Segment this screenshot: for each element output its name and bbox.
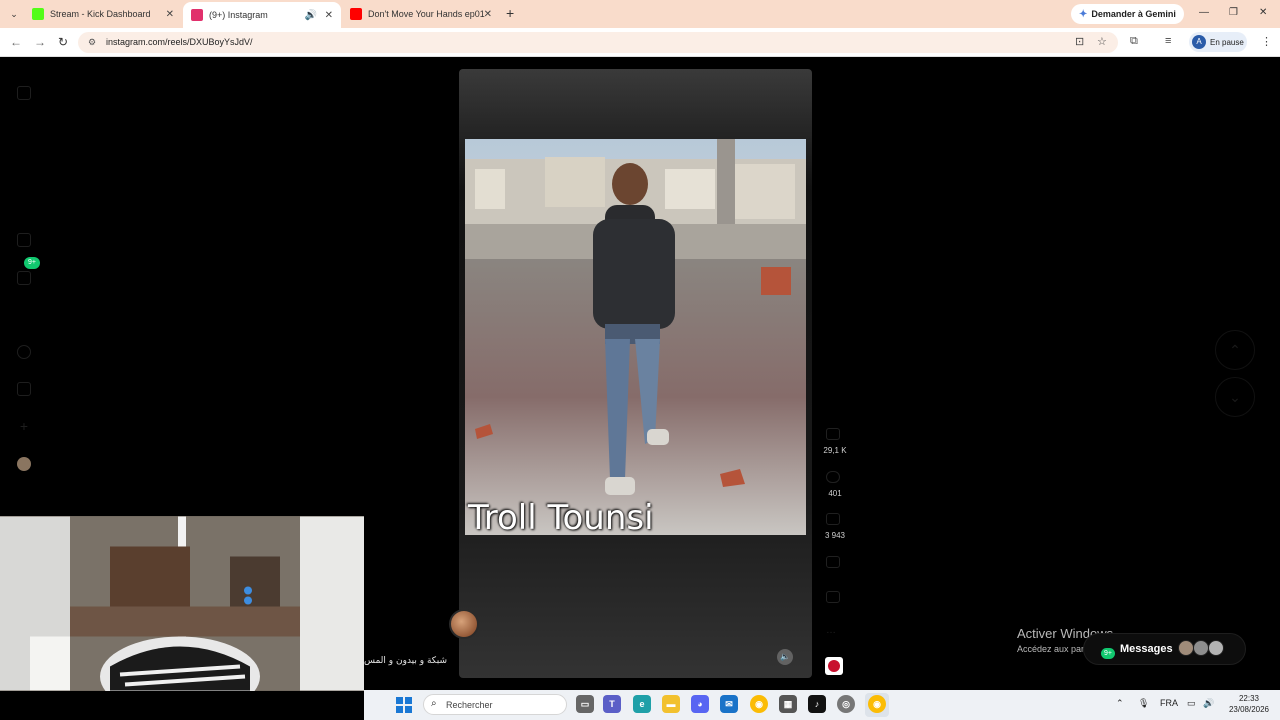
messages-label: Messages bbox=[1120, 643, 1173, 655]
file-explorer-icon[interactable]: ▬ bbox=[662, 695, 680, 713]
discord-icon[interactable]: ◕ bbox=[691, 695, 709, 713]
network-icon[interactable]: ▭ bbox=[1187, 698, 1196, 709]
speaker-icon[interactable]: 🔊 bbox=[305, 10, 317, 21]
message-avatar bbox=[1193, 640, 1209, 656]
send-icon[interactable] bbox=[826, 556, 840, 568]
install-app-icon[interactable]: ⊡ bbox=[1075, 35, 1084, 48]
gemini-button[interactable]: ✦ Demander à Gemini bbox=[1071, 4, 1184, 24]
arabic-overlay-text: شبكة و بيدون و المس bbox=[364, 656, 448, 666]
gemini-label: Demander à Gemini bbox=[1091, 9, 1176, 19]
back-icon[interactable]: ← bbox=[10, 35, 22, 49]
teams-icon[interactable]: T bbox=[603, 695, 621, 713]
profile-avatar: A bbox=[1192, 35, 1206, 49]
forward-icon[interactable]: → bbox=[34, 35, 46, 49]
obs-icon[interactable]: ◎ bbox=[837, 695, 855, 713]
reel-caption-overlay: Troll Tounsi bbox=[468, 498, 654, 538]
more-options-icon[interactable]: … bbox=[826, 625, 840, 637]
record-dot-icon bbox=[828, 660, 840, 672]
reading-list-icon[interactable]: ≡ bbox=[1165, 35, 1171, 47]
kick-favicon-icon bbox=[32, 8, 44, 20]
like-count: 29,1 K bbox=[823, 446, 847, 455]
home-icon[interactable] bbox=[17, 233, 31, 247]
tray-overflow-icon[interactable]: ⌃ bbox=[1116, 698, 1124, 709]
windows-start-icon[interactable] bbox=[396, 697, 412, 713]
tab-label: (9+) Instagram bbox=[209, 10, 268, 20]
youtube-favicon-icon bbox=[350, 8, 362, 20]
tab-label: Don't Move Your Hands ep01 🔥 bbox=[368, 8, 488, 19]
next-reel-button[interactable]: ⌄ bbox=[1215, 377, 1255, 417]
messages-badge: 9+ bbox=[1101, 648, 1115, 659]
webcam-overlay bbox=[0, 516, 364, 691]
instagram-logo-icon[interactable] bbox=[17, 86, 31, 100]
instagram-favicon-icon bbox=[191, 9, 203, 21]
extensions-icon[interactable]: ⧉ bbox=[1130, 35, 1138, 48]
audio-record-button[interactable] bbox=[825, 657, 843, 675]
restore-icon[interactable]: ❐ bbox=[1229, 7, 1238, 18]
like-heart-icon[interactable] bbox=[826, 428, 840, 440]
comment-icon[interactable] bbox=[826, 471, 840, 483]
notifications-heart-icon[interactable] bbox=[17, 382, 31, 396]
tiktok-icon[interactable]: ♪ bbox=[808, 695, 826, 713]
comment-count: 401 bbox=[828, 489, 842, 498]
close-tab-icon[interactable]: ✕ bbox=[484, 9, 492, 20]
tab-instagram[interactable]: (9+) Instagram 🔊 ✕ bbox=[183, 2, 341, 28]
search-icon[interactable] bbox=[17, 345, 31, 359]
tab-kick-dashboard[interactable]: Stream - Kick Dashboard ✕ bbox=[24, 2, 182, 26]
profile-avatar-icon[interactable] bbox=[17, 457, 31, 471]
chrome-icon[interactable]: ◉ bbox=[750, 695, 768, 713]
close-tab-icon[interactable]: ✕ bbox=[325, 10, 333, 21]
store-icon[interactable]: ▦ bbox=[779, 695, 797, 713]
search-placeholder: Rechercher bbox=[446, 699, 493, 710]
volume-icon[interactable]: 🔊 bbox=[1203, 698, 1214, 709]
reel-video[interactable] bbox=[465, 139, 806, 535]
menu-dots-icon[interactable]: ⋮ bbox=[1261, 35, 1272, 48]
notification-badge: 9+ bbox=[24, 257, 40, 269]
profile-button[interactable]: A En pause bbox=[1189, 32, 1247, 52]
toolbar: ← → ↻ ⚙ instagram.com/reels/DXUBoyYsJdV/… bbox=[0, 28, 1280, 57]
new-tab-button[interactable]: + bbox=[506, 5, 514, 21]
share-count: 3 943 bbox=[824, 531, 846, 540]
url-text[interactable]: instagram.com/reels/DXUBoyYsJdV/ bbox=[106, 37, 253, 47]
clock-date: 23/08/2026 bbox=[1228, 705, 1270, 714]
save-bookmark-icon[interactable] bbox=[826, 591, 840, 603]
mail-icon[interactable]: ✉ bbox=[720, 695, 738, 713]
taskbar-clock[interactable]: 22:33 23/08/2026 bbox=[1224, 693, 1274, 715]
search-icon: ⌕ bbox=[431, 698, 437, 709]
message-avatar bbox=[1208, 640, 1224, 656]
create-plus-icon[interactable]: + bbox=[17, 419, 31, 433]
taskbar-search[interactable]: ⌕ Rechercher bbox=[423, 694, 567, 715]
mute-button[interactable]: 🔈 bbox=[777, 649, 793, 665]
microphone-icon[interactable]: 🎙 bbox=[1138, 698, 1149, 709]
close-window-icon[interactable]: ✕ bbox=[1259, 7, 1267, 18]
tab-label: Stream - Kick Dashboard bbox=[50, 9, 151, 19]
reels-icon[interactable] bbox=[17, 271, 31, 285]
tab-search-button[interactable]: ⌄ bbox=[6, 6, 22, 22]
message-avatar bbox=[1178, 640, 1194, 656]
site-info-icon[interactable]: ⚙ bbox=[88, 37, 96, 48]
clock-time: 22:33 bbox=[1238, 694, 1260, 703]
close-tab-icon[interactable]: ✕ bbox=[166, 9, 174, 20]
repost-icon[interactable] bbox=[826, 513, 840, 525]
profile-status: En pause bbox=[1210, 37, 1244, 47]
tab-strip: ⌄ Stream - Kick Dashboard ✕ (9+) Instagr… bbox=[0, 0, 1280, 28]
bookmark-star-icon[interactable]: ☆ bbox=[1097, 35, 1107, 48]
gemini-sparkle-icon: ✦ bbox=[1079, 8, 1088, 20]
minimize-icon[interactable]: — bbox=[1199, 7, 1209, 18]
reload-icon[interactable]: ↻ bbox=[58, 35, 68, 49]
task-view-icon[interactable]: ▭ bbox=[576, 695, 594, 713]
previous-reel-button[interactable]: ⌃ bbox=[1215, 330, 1255, 370]
edge-icon[interactable]: e bbox=[633, 695, 651, 713]
tab-youtube-video[interactable]: Don't Move Your Hands ep01 🔥 ✕ bbox=[342, 2, 500, 26]
language-indicator[interactable]: FRA bbox=[1160, 698, 1178, 708]
chrome-active-icon[interactable]: ◉ bbox=[868, 695, 886, 713]
creator-avatar[interactable] bbox=[449, 609, 479, 639]
